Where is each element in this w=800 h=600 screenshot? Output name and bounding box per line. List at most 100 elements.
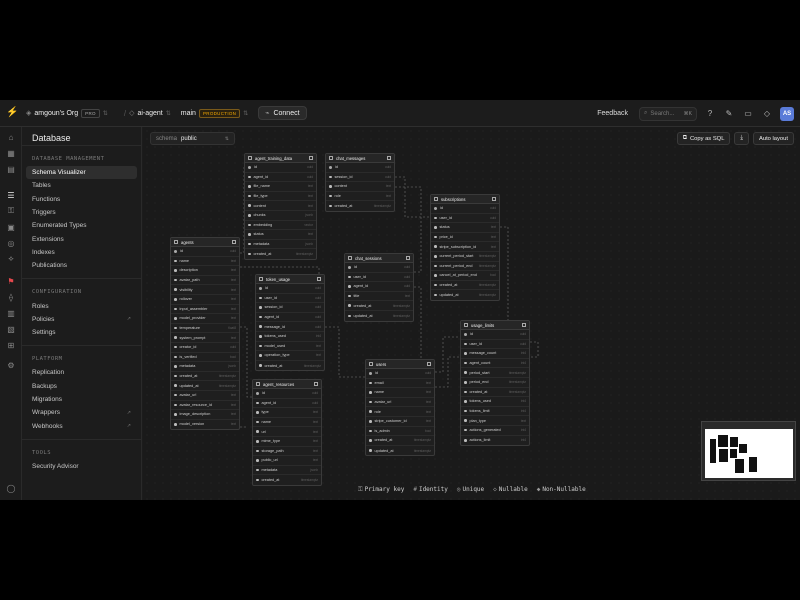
diamond-filled-icon xyxy=(256,440,259,443)
whats-new-icon[interactable]: ✎ xyxy=(723,108,735,120)
column-type: text xyxy=(307,203,313,208)
sidebar-item-backups[interactable]: Backups xyxy=(26,380,137,393)
open-table-icon[interactable] xyxy=(492,197,496,201)
storage-icon[interactable]: ▣ xyxy=(0,219,22,235)
logs-icon[interactable]: ▥ xyxy=(0,305,22,321)
table-node-usage-limits[interactable]: usage_limits id uuid user_id uuid message_cou… xyxy=(460,320,530,447)
terminal-icon[interactable]: ▭ xyxy=(742,108,754,120)
table-column-row: id uuid xyxy=(366,369,434,379)
sidebar-item-enumerated-types[interactable]: Enumerated Types xyxy=(26,219,137,232)
minimap[interactable] xyxy=(701,421,796,481)
table-header[interactable]: subscriptions xyxy=(431,195,499,204)
org-switcher[interactable]: ◈ amgoun's Org PRO ⇅ xyxy=(26,108,108,118)
sidebar-item-roles[interactable]: Roles xyxy=(26,299,137,312)
connect-button[interactable]: ⌁ Connect xyxy=(258,106,307,120)
open-table-icon[interactable] xyxy=(387,156,391,160)
auth-icon[interactable]: ⚿ xyxy=(0,203,22,219)
sidebar-item-migrations[interactable]: Migrations xyxy=(26,393,137,406)
open-table-icon[interactable] xyxy=(309,156,313,160)
table-column-row: rollover text xyxy=(171,295,239,305)
table-editor-icon[interactable]: ▦ xyxy=(0,145,22,161)
reports-icon[interactable]: ⟠ xyxy=(0,289,22,305)
collapse-icon[interactable]: ◯ xyxy=(0,480,22,496)
column-type: text xyxy=(425,409,431,414)
home-icon[interactable]: ⌂ xyxy=(0,129,22,145)
schema-canvas[interactable]: agent_training_data id uuid agent_id uuid fil… xyxy=(143,127,800,500)
auto-layout-button[interactable]: Auto layout xyxy=(752,132,794,145)
assistant-icon[interactable]: ◇ xyxy=(761,108,773,120)
open-table-icon[interactable] xyxy=(427,362,431,366)
edge-functions-icon[interactable]: ⟡ xyxy=(0,251,22,267)
diamond-filled-icon xyxy=(464,390,467,394)
open-table-icon[interactable] xyxy=(317,277,321,281)
integrations-icon[interactable]: ⊞ xyxy=(0,337,22,353)
table-name: chat_sessions xyxy=(355,255,382,261)
sidebar-item-publications[interactable]: Publications xyxy=(26,259,137,272)
sidebar-item-settings[interactable]: Settings xyxy=(26,326,137,339)
sidebar-item-functions[interactable]: Functions xyxy=(26,193,137,206)
download-button[interactable]: ⤓ xyxy=(734,132,749,145)
column-type: int4 xyxy=(520,409,526,414)
table-node-agent-training-data[interactable]: agent_training_data id uuid agent_id uuid fil… xyxy=(244,153,317,260)
table-header[interactable]: users xyxy=(366,360,434,369)
table-node-agent-resources[interactable]: agent_resources id uuid agent_id uuid type tex… xyxy=(252,379,322,486)
sidebar-item-indexes[interactable]: Indexes xyxy=(26,246,137,259)
sidebar-item-webhooks[interactable]: Webhooks ↗ xyxy=(26,419,137,432)
table-header[interactable]: agents xyxy=(171,238,239,247)
table-header[interactable]: agent_training_data xyxy=(245,154,316,163)
table-header[interactable]: usage_limits xyxy=(461,321,529,330)
column-type: text xyxy=(230,402,236,407)
search-input[interactable]: ⌕ Search... ⌘K xyxy=(639,106,697,121)
table-node-chat-sessions[interactable]: chat_sessions id uuid user_id uuid agent_id uu… xyxy=(344,253,414,322)
diamond-filled-icon xyxy=(256,420,259,424)
open-table-icon[interactable] xyxy=(406,256,410,260)
column-name: name xyxy=(179,258,190,263)
legend-item: ◎ Unique xyxy=(457,486,484,494)
feedback-button[interactable]: Feedback xyxy=(597,110,628,117)
open-table-icon[interactable] xyxy=(314,382,318,386)
fingerprint-icon: ◎ xyxy=(456,486,461,493)
table-header[interactable]: token_usage xyxy=(256,275,324,284)
open-table-icon[interactable] xyxy=(522,323,526,327)
advisors-icon[interactable]: ⚑ xyxy=(0,273,22,289)
sidebar-item-security-advisor[interactable]: Security Advisor xyxy=(26,460,137,473)
sidebar-item-extensions[interactable]: Extensions xyxy=(26,232,137,245)
schema-select[interactable]: schema public ⇅ xyxy=(150,132,235,145)
table-column-row: user_id uuid xyxy=(256,294,324,304)
diamond-filled-icon xyxy=(369,391,372,394)
branch-switcher[interactable]: main PRODUCTION ⇅ xyxy=(181,108,248,118)
sidebar-item-tables[interactable]: Tables xyxy=(26,179,137,192)
supabase-logo-icon[interactable]: ⚡ xyxy=(6,108,18,118)
api-docs-icon[interactable]: ▧ xyxy=(0,321,22,337)
table-column-row: actions_limit int4 xyxy=(461,436,529,446)
sidebar-item-wrappers[interactable]: Wrappers ↗ xyxy=(26,406,137,419)
sidebar-item-replication[interactable]: Replication xyxy=(26,366,137,379)
diamond-filled-icon xyxy=(464,409,467,413)
help-icon[interactable]: ? xyxy=(704,108,716,120)
table-node-chat-messages[interactable]: chat_messages id uuid session_id uuid content… xyxy=(325,153,395,212)
sidebar-item-schema-visualizer[interactable]: Schema Visualizer xyxy=(26,166,137,180)
copy-as-sql-button[interactable]: ⧉ Copy as SQL xyxy=(676,132,731,145)
realtime-icon[interactable]: ◎ xyxy=(0,235,22,251)
sidebar-item-policies[interactable]: Policies ↗ xyxy=(26,313,137,326)
table-column-row: price_id text xyxy=(431,233,499,243)
table-header[interactable]: agent_resources xyxy=(253,380,321,389)
project-switcher[interactable]: / ◇ ai-agent ⇅ xyxy=(118,109,171,118)
sql-editor-icon[interactable]: ▤ xyxy=(0,161,22,177)
table-column-row: is_verified bool xyxy=(171,353,239,363)
column-name: user_id xyxy=(264,295,277,300)
open-table-icon[interactable] xyxy=(232,240,236,244)
sidebar-item-triggers[interactable]: Triggers xyxy=(26,206,137,219)
table-header[interactable]: chat_sessions xyxy=(345,254,413,263)
table-node-agents[interactable]: agents id uuid name text description text avata… xyxy=(170,237,240,431)
column-name: id xyxy=(254,165,257,170)
database-icon[interactable]: ☰ xyxy=(0,187,22,203)
settings-icon[interactable]: ⚙ xyxy=(0,357,22,373)
column-type: text xyxy=(230,412,236,417)
table-node-token-usage[interactable]: token_usage id uuid user_id uuid session_id uu… xyxy=(255,274,325,372)
table-header[interactable]: chat_messages xyxy=(326,154,394,163)
schema-select-label: schema xyxy=(156,135,178,142)
table-node-subscriptions[interactable]: subscriptions id uuid user_id uuid status text… xyxy=(430,194,500,301)
table-node-users[interactable]: users id uuid email text name text avatar_url te… xyxy=(365,359,435,457)
avatar[interactable]: AS xyxy=(780,106,794,121)
